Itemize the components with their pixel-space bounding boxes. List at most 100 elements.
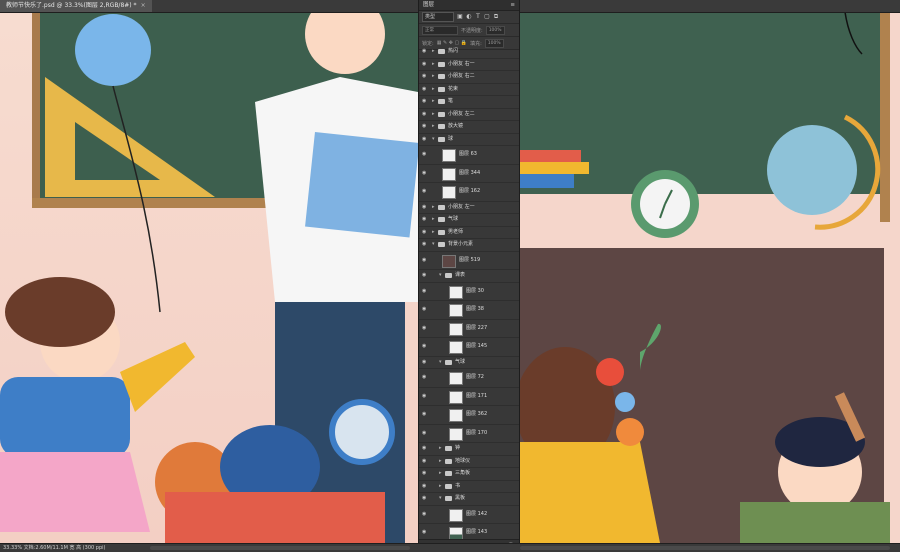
visibility-eye-icon[interactable]: ◉ [422, 146, 428, 164]
caret-right-icon[interactable]: ▸ [432, 46, 435, 58]
visibility-eye-icon[interactable]: ◉ [422, 121, 428, 133]
layer-row[interactable]: ◉ 图层 143 [419, 524, 519, 540]
layer-thumbnail [449, 390, 463, 404]
caret-right-icon[interactable]: ▸ [432, 96, 435, 108]
visibility-eye-icon[interactable]: ◉ [422, 227, 428, 239]
blend-mode-select[interactable]: 正常 [422, 25, 458, 35]
visibility-eye-icon[interactable]: ◉ [422, 493, 428, 505]
layer-row[interactable]: ◉ 图层 63 [419, 146, 519, 165]
layer-row[interactable]: ◉ 图层 519 [419, 252, 519, 270]
caret-right-icon[interactable]: ▸ [432, 202, 435, 214]
caret-down-icon[interactable]: ▾ [439, 493, 442, 505]
caret-right-icon[interactable]: ▸ [439, 481, 442, 493]
layer-group-row[interactable]: ◉ ▾ 球 [419, 134, 519, 146]
visibility-eye-icon[interactable]: ◉ [422, 338, 428, 356]
visibility-eye-icon[interactable]: ◉ [422, 406, 428, 424]
layer-group-row[interactable]: ◉ ▾ 黑板 [419, 493, 519, 506]
layer-group-row[interactable]: ◉ ▸ 小朋友 左一 [419, 202, 519, 214]
layer-row[interactable]: ◉ 图层 170 [419, 425, 519, 443]
caret-right-icon[interactable]: ▸ [432, 227, 435, 239]
layer-group-row[interactable]: ◉ ▸ 书 [419, 481, 519, 493]
layer-group-row[interactable]: ◉ ▸ 笔 [419, 96, 519, 109]
visibility-eye-icon[interactable]: ◉ [422, 134, 428, 146]
visibility-eye-icon[interactable]: ◉ [422, 369, 428, 387]
image-filter-icon[interactable]: ▣ [457, 14, 463, 20]
layer-group-row[interactable]: ◉ ▸ 放大镜 [419, 121, 519, 134]
layer-row[interactable]: ◉ 图层 227 [419, 320, 519, 338]
layer-row[interactable]: ◉ 图层 142 [419, 506, 519, 524]
layer-group-row[interactable]: ◉ ▸ 钟 [419, 443, 519, 456]
visibility-eye-icon[interactable]: ◉ [422, 481, 428, 493]
caret-right-icon[interactable]: ▸ [439, 443, 442, 455]
layer-group-row[interactable]: ◉ ▸ 小朋友 右一 [419, 59, 519, 71]
layer-group-row[interactable]: ◉ ▸ 三角板 [419, 468, 519, 481]
layer-group-row[interactable]: ◉ ▸ 男老师 [419, 227, 519, 239]
layer-group-row[interactable]: ◉ ▸ 气球 [419, 214, 519, 227]
visibility-eye-icon[interactable]: ◉ [422, 443, 428, 455]
visibility-eye-icon[interactable]: ◉ [422, 506, 428, 524]
caret-down-icon[interactable]: ▾ [432, 134, 435, 146]
visibility-eye-icon[interactable]: ◉ [422, 165, 428, 183]
visibility-eye-icon[interactable]: ◉ [422, 71, 428, 83]
document-tab[interactable]: 教师节快乐了.psd @ 33.3%(图层 2,RGB/8#) * × [0, 0, 152, 12]
visibility-eye-icon[interactable]: ◉ [422, 357, 428, 369]
layer-row[interactable]: ◉ 图层 38 [419, 301, 519, 320]
caret-right-icon[interactable]: ▸ [439, 456, 442, 468]
layer-group-row[interactable]: ◉ ▾ 课表 [419, 270, 519, 283]
opacity-field[interactable]: 100% [485, 25, 505, 35]
close-tab-icon[interactable]: × [141, 2, 146, 9]
panel-menu-icon[interactable]: ≡ [510, 0, 515, 10]
visibility-eye-icon[interactable]: ◉ [422, 283, 428, 301]
caret-down-icon[interactable]: ▾ [439, 357, 442, 369]
layer-row[interactable]: ◉ 图层 30 [419, 283, 519, 301]
layer-list[interactable]: ◉ ▸ 热闪 ◉ ▸ 小朋友 右一 ◉ ▸ 小朋友 右二 ◉ ▸ 花束 ◉ ▸ 笔 ◉ ▸ 小朋友 左二 ◉ ▸ 放大镜… [419, 46, 519, 540]
horizontal-scrollbar-right[interactable] [520, 546, 890, 550]
horizontal-scrollbar-left[interactable] [150, 546, 410, 550]
caret-down-icon[interactable]: ▾ [439, 270, 442, 282]
layer-group-row[interactable]: ◉ ▸ 小朋友 左二 [419, 109, 519, 121]
visibility-eye-icon[interactable]: ◉ [422, 301, 428, 319]
caret-right-icon[interactable]: ▸ [432, 71, 435, 83]
visibility-eye-icon[interactable]: ◉ [422, 270, 428, 282]
visibility-eye-icon[interactable]: ◉ [422, 202, 428, 214]
visibility-eye-icon[interactable]: ◉ [422, 320, 428, 338]
visibility-eye-icon[interactable]: ◉ [422, 425, 428, 443]
text-filter-icon[interactable]: T [475, 14, 481, 20]
layer-row[interactable]: ◉ 图层 344 [419, 165, 519, 183]
visibility-eye-icon[interactable]: ◉ [422, 388, 428, 406]
caret-right-icon[interactable]: ▸ [439, 468, 442, 480]
visibility-eye-icon[interactable]: ◉ [422, 109, 428, 121]
visibility-eye-icon[interactable]: ◉ [422, 84, 428, 96]
caret-down-icon[interactable]: ▾ [432, 239, 435, 251]
filter-kind-select[interactable]: 类型 [422, 12, 454, 22]
layer-group-row[interactable]: ◉ ▸ 花束 [419, 84, 519, 96]
layer-group-row[interactable]: ◉ ▾ 背景小元素 [419, 239, 519, 252]
visibility-eye-icon[interactable]: ◉ [422, 46, 428, 58]
caret-right-icon[interactable]: ▸ [432, 59, 435, 71]
visibility-eye-icon[interactable]: ◉ [422, 524, 428, 540]
layer-row[interactable]: ◉ 图层 145 [419, 338, 519, 357]
layer-group-row[interactable]: ◉ ▾ 气球 [419, 357, 519, 369]
smart-filter-icon[interactable]: ⧉ [493, 14, 499, 20]
caret-right-icon[interactable]: ▸ [432, 214, 435, 226]
layer-group-row[interactable]: ◉ ▸ 小朋友 右二 [419, 71, 519, 84]
layer-row[interactable]: ◉ 图层 171 [419, 388, 519, 406]
caret-right-icon[interactable]: ▸ [432, 121, 435, 133]
layer-group-row[interactable]: ◉ ▸ 热闪 [419, 46, 519, 59]
visibility-eye-icon[interactable]: ◉ [422, 59, 428, 71]
shape-filter-icon[interactable]: ▢ [484, 14, 490, 20]
layer-row[interactable]: ◉ 图层 72 [419, 369, 519, 388]
visibility-eye-icon[interactable]: ◉ [422, 183, 428, 201]
visibility-eye-icon[interactable]: ◉ [422, 252, 428, 270]
visibility-eye-icon[interactable]: ◉ [422, 456, 428, 468]
layer-row[interactable]: ◉ 图层 162 [419, 183, 519, 202]
adjust-filter-icon[interactable]: ◐ [466, 14, 472, 20]
caret-right-icon[interactable]: ▸ [432, 109, 435, 121]
caret-right-icon[interactable]: ▸ [432, 84, 435, 96]
layer-group-row[interactable]: ◉ ▸ 地球仪 [419, 456, 519, 468]
visibility-eye-icon[interactable]: ◉ [422, 214, 428, 226]
visibility-eye-icon[interactable]: ◉ [422, 96, 428, 108]
visibility-eye-icon[interactable]: ◉ [422, 468, 428, 480]
layer-row[interactable]: ◉ 图层 362 [419, 406, 519, 425]
visibility-eye-icon[interactable]: ◉ [422, 239, 428, 251]
